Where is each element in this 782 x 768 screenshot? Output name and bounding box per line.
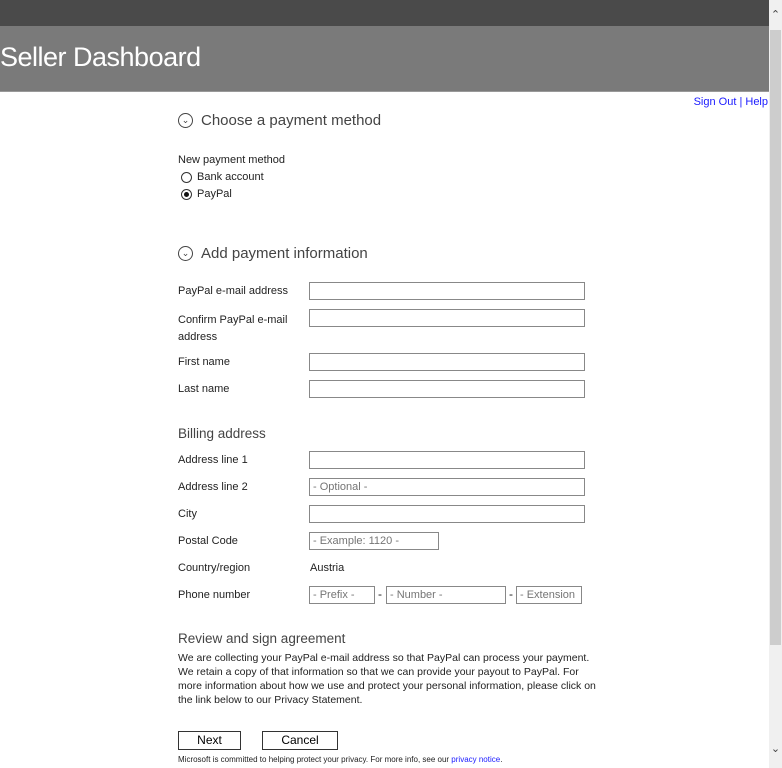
- privacy-notice-link[interactable]: privacy notice: [451, 755, 500, 764]
- agreement-title: Review and sign agreement: [178, 631, 346, 646]
- section-title: Add payment information: [201, 245, 368, 262]
- page-title: Seller Dashboard: [0, 42, 201, 72]
- new-payment-label: New payment method: [178, 154, 285, 166]
- radio-icon: [181, 171, 192, 183]
- section-title: Choose a payment method: [201, 112, 382, 129]
- radio-label: PayPal: [197, 188, 232, 200]
- paypal-email-input[interactable]: [309, 282, 585, 300]
- first-name-input[interactable]: [309, 353, 585, 371]
- next-button[interactable]: Next: [178, 731, 241, 750]
- help-link[interactable]: Help: [745, 96, 768, 108]
- last-name-label: Last name: [178, 383, 230, 395]
- scroll-down-icon[interactable]: ⌄: [769, 742, 782, 755]
- cancel-button[interactable]: Cancel: [262, 731, 338, 750]
- phone-extension-input[interactable]: [516, 586, 582, 604]
- footer-text: Microsoft is committed to helping protec…: [178, 755, 452, 764]
- address2-label: Address line 2: [178, 481, 248, 493]
- address2-input[interactable]: [309, 478, 585, 496]
- phone-number-input[interactable]: [386, 586, 506, 604]
- top-bar: [0, 0, 769, 26]
- separator: |: [739, 96, 743, 108]
- email-label: PayPal e-mail address: [178, 285, 289, 297]
- confirm-email-input[interactable]: [309, 309, 585, 327]
- privacy-footer: Microsoft is committed to helping protec…: [178, 755, 502, 764]
- chevron-down-circle-icon: ⌄: [178, 113, 193, 128]
- section-choose-payment[interactable]: ⌄ Choose a payment method: [178, 112, 381, 129]
- address1-label: Address line 1: [178, 454, 248, 466]
- radio-label: Bank account: [197, 171, 264, 183]
- confirm-email-label: Confirm PayPal e-mail address: [178, 314, 288, 343]
- country-value: Austria: [310, 562, 345, 574]
- last-name-input[interactable]: [309, 380, 585, 398]
- scrollbar[interactable]: ⌃ ⌄: [769, 0, 782, 768]
- radio-bank-account[interactable]: Bank account: [181, 171, 264, 183]
- radio-paypal[interactable]: PayPal: [181, 188, 232, 200]
- phone-prefix-input[interactable]: [309, 586, 375, 604]
- header-links: Sign Out | Help: [694, 96, 768, 108]
- city-label: City: [178, 508, 197, 520]
- postal-label: Postal Code: [178, 535, 238, 547]
- phone-dash: -: [509, 587, 513, 601]
- country-label: Country/region: [178, 562, 251, 574]
- postal-code-input[interactable]: [309, 532, 439, 550]
- section-add-payment[interactable]: ⌄ Add payment information: [178, 245, 368, 262]
- address1-input[interactable]: [309, 451, 585, 469]
- agreement-text: We are collecting your PayPal e-mail add…: [178, 652, 596, 706]
- phone-dash: -: [378, 587, 382, 601]
- radio-selected-icon: [181, 188, 192, 200]
- scroll-up-icon[interactable]: ⌃: [769, 8, 782, 21]
- first-name-label: First name: [178, 356, 230, 368]
- scroll-thumb[interactable]: [770, 30, 781, 645]
- phone-label: Phone number: [178, 589, 251, 601]
- billing-title: Billing address: [178, 426, 266, 441]
- sign-out-link[interactable]: Sign Out: [694, 96, 737, 108]
- city-input[interactable]: [309, 505, 585, 523]
- footer-end: .: [500, 755, 503, 764]
- header: Seller Dashboard: [0, 26, 769, 92]
- chevron-down-circle-icon: ⌄: [178, 246, 193, 261]
